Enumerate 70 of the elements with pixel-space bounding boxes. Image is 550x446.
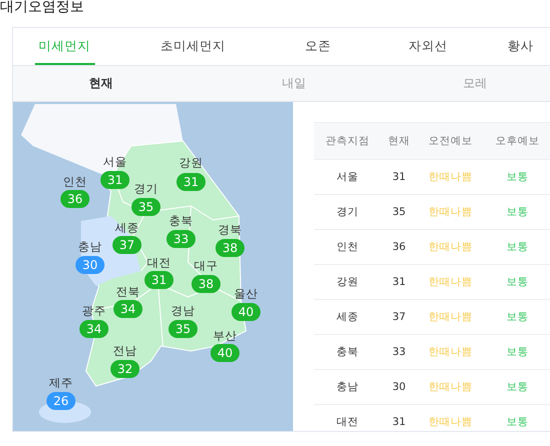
forecast-cell: 한때나쁨 [417,264,484,300]
day-tab[interactable]: 현재 [83,66,119,101]
region-value-badge[interactable]: 30 [76,256,104,274]
region-name: 대구 [194,258,218,274]
region-name: 제주 [49,376,73,390]
column-header: 현재 [380,122,418,160]
region-name: 강원 [179,156,203,170]
forecast-cell: 보통 [484,404,550,431]
pollutant-tab[interactable]: 오존 [301,28,335,65]
current-value-cell: 33 [380,334,418,370]
forecast-cell: 보통 [484,334,550,370]
station-cell: 강원 [314,264,381,300]
region-name: 전북 [116,284,140,300]
current-value-cell: 30 [380,370,418,404]
column-header: 오전예보 [417,122,484,160]
forecast-cell: 보통 [484,370,550,404]
region-value-badge[interactable]: 40 [210,344,240,362]
region-name: 서울 [103,154,127,170]
column-header: 오후예보 [484,122,550,160]
region-value-badge[interactable]: 31 [100,171,130,189]
current-value-cell: 31 [380,264,418,300]
region-name: 인천 [63,174,87,190]
region-name: 경남 [171,304,195,318]
station-cell: 서울 [314,160,381,194]
day-tab[interactable]: 모레 [457,66,493,101]
station-cell: 인천 [314,230,381,264]
forecast-cell: 한때나쁨 [417,404,484,431]
forecast-cell: 보통 [484,300,550,334]
day-tab[interactable]: 내일 [276,66,312,101]
forecast-cell: 한때나쁨 [417,334,484,370]
current-value-cell: 37 [380,300,418,334]
forecast-cell: 한때나쁨 [417,160,484,194]
region-value-badge[interactable]: 32 [110,360,140,378]
forecast-cell: 한때나쁨 [417,230,484,264]
region-name: 충남 [78,240,102,254]
region-name: 부산 [213,328,237,344]
forecast-cell: 보통 [484,230,550,264]
region-value-badge[interactable]: 36 [60,190,90,208]
region-name: 울산 [234,286,258,302]
region-name: 대전 [147,256,171,270]
region-name: 경기 [134,182,158,196]
pollutant-tab[interactable]: 초미세먼지 [156,28,230,65]
page-title: 대기오염정보 [0,0,85,17]
region-value-badge[interactable]: 34 [80,320,108,338]
forecast-cell: 보통 [484,194,550,230]
forecast-cell: 한때나쁨 [417,194,484,230]
station-cell: 세종 [314,300,381,334]
region-name: 세종 [115,220,139,236]
region-name: 경북 [218,222,242,238]
pollutant-tab[interactable]: 황사 [504,28,538,65]
region-name: 광주 [82,304,106,318]
region-name: 충북 [169,214,193,228]
region-value-badge[interactable]: 40 [232,303,260,321]
current-value-cell: 31 [380,404,418,431]
current-value-cell: 35 [380,194,418,230]
current-value-cell: 31 [380,160,418,194]
column-header: 관측지점 [314,122,381,160]
forecast-cell: 한때나쁨 [417,300,484,334]
forecast-cell: 한때나쁨 [417,370,484,404]
station-cell: 대전 [314,404,381,431]
region-value-badge[interactable]: 26 [46,392,76,410]
current-value-cell: 36 [380,230,418,264]
station-cell: 충남 [314,370,381,404]
station-cell: 충북 [314,334,381,370]
pollutant-tab[interactable]: 자외선 [404,28,452,65]
forecast-cell: 보통 [484,160,550,194]
region-value-badge[interactable]: 38 [216,239,244,257]
region-name: 전남 [113,344,137,358]
station-cell: 경기 [314,194,381,230]
forecast-cell: 보통 [484,264,550,300]
